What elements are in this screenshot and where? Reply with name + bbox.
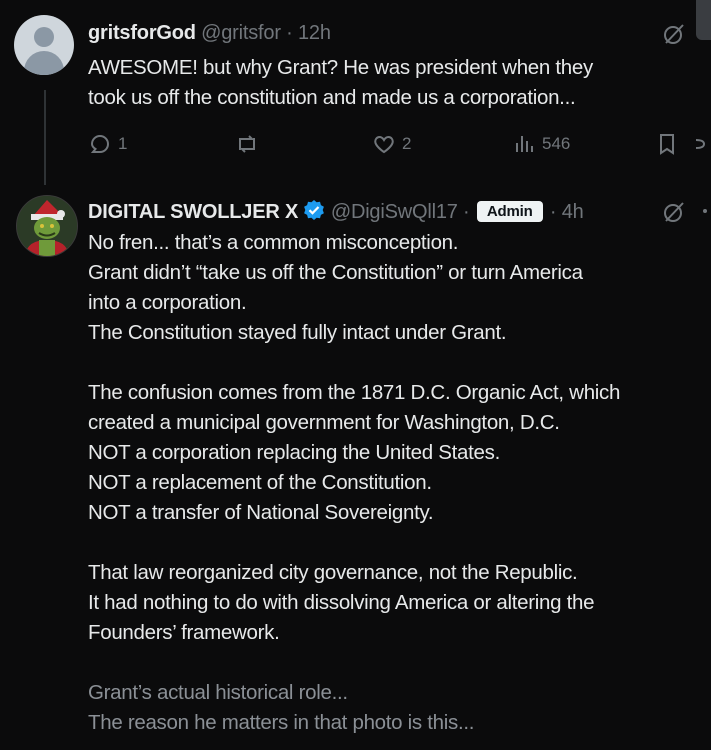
heart-icon bbox=[374, 135, 394, 154]
thread-connector bbox=[44, 90, 46, 185]
share-button[interactable] bbox=[694, 132, 708, 156]
post-line: NOT a replacement of the Constitution. bbox=[88, 471, 432, 494]
grok-icon[interactable] bbox=[662, 22, 686, 46]
views-icon bbox=[516, 136, 533, 152]
post-line: No fren... that’s a common misconception… bbox=[88, 231, 459, 254]
separator: · bbox=[286, 22, 293, 44]
share-icon bbox=[695, 139, 706, 149]
post-line: The reason he matters in that photo is t… bbox=[88, 711, 475, 734]
verified-badge-icon[interactable] bbox=[303, 199, 325, 221]
post-text: No fren... that’s a common misconception… bbox=[88, 228, 620, 738]
grok-icon[interactable] bbox=[662, 200, 686, 224]
post-header: gritsforGod @gritsfor · 12h bbox=[88, 22, 331, 45]
post-line bbox=[88, 528, 620, 558]
bookmark-icon bbox=[660, 134, 674, 155]
post-header: DIGITAL SWOLLJER X @DigiSwQll17 · Admin … bbox=[88, 199, 584, 224]
display-name[interactable]: DIGITAL SWOLLJER X bbox=[88, 201, 298, 223]
post-line: Founders’ framework. bbox=[88, 621, 280, 644]
repost-icon bbox=[239, 135, 255, 153]
reply-icon bbox=[90, 134, 110, 153]
post-line: into a corporation. bbox=[88, 291, 247, 314]
post-line bbox=[88, 348, 620, 378]
grinch-avatar-image bbox=[17, 196, 77, 256]
repost-button[interactable] bbox=[234, 132, 266, 156]
handle[interactable]: @gritsfor bbox=[201, 22, 281, 44]
post-line: took us off the constitution and made us… bbox=[88, 86, 576, 109]
reply-count: 1 bbox=[118, 134, 128, 153]
action-bar: 1 2 546 bbox=[88, 132, 708, 162]
avatar[interactable] bbox=[14, 15, 74, 75]
post-line: Grant’s actual historical role... bbox=[88, 681, 348, 704]
default-avatar-body bbox=[24, 51, 64, 75]
handle[interactable]: @DigiSwQll17 bbox=[331, 201, 458, 223]
timestamp[interactable]: 12h bbox=[298, 22, 331, 44]
display-name[interactable]: gritsforGod bbox=[88, 22, 196, 44]
post-line: The confusion comes from the 1871 D.C. O… bbox=[88, 381, 621, 404]
separator: · bbox=[463, 201, 470, 223]
default-avatar-head bbox=[34, 27, 54, 47]
post-line: It had nothing to do with dissolving Ame… bbox=[88, 591, 595, 614]
timestamp[interactable]: · 4h bbox=[550, 201, 584, 223]
partial-overlay-element bbox=[696, 0, 711, 40]
post-line bbox=[88, 648, 620, 678]
reply-button[interactable]: 1 bbox=[88, 132, 127, 156]
post-line: Grant didn’t “take us off the Constituti… bbox=[88, 261, 583, 284]
bookmark-button[interactable] bbox=[656, 132, 678, 156]
like-count: 2 bbox=[402, 134, 412, 153]
post-line: NOT a transfer of National Sovereignty. bbox=[88, 501, 434, 524]
post-text: AWESOME! but why Grant? He was president… bbox=[88, 53, 593, 113]
post-line: AWESOME! but why Grant? He was president… bbox=[88, 56, 593, 79]
avatar[interactable] bbox=[16, 195, 78, 257]
post-line: The Constitution stayed fully intact und… bbox=[88, 321, 507, 344]
more-options-icon[interactable] bbox=[700, 203, 710, 219]
view-count: 546 bbox=[542, 134, 571, 153]
post-line: That law reorganized city governance, no… bbox=[88, 561, 578, 584]
post-line: NOT a corporation replacing the United S… bbox=[88, 441, 500, 464]
views-button[interactable]: 546 bbox=[512, 132, 570, 156]
like-button[interactable]: 2 bbox=[372, 132, 411, 156]
admin-badge: Admin bbox=[476, 201, 543, 222]
post-line: created a municipal government for Washi… bbox=[88, 411, 560, 434]
